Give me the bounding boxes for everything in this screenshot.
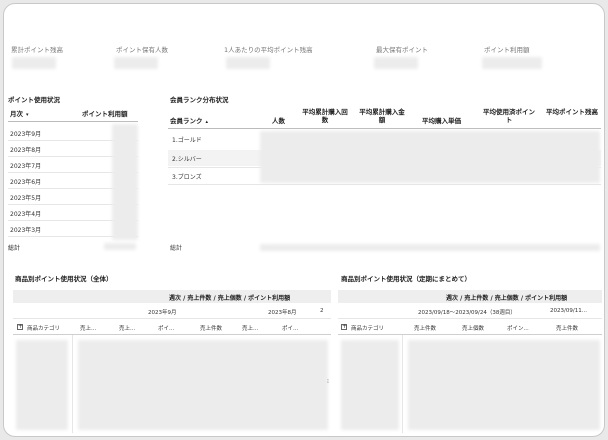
- product-weekly-column-divider: [402, 335, 403, 433]
- usage-header-divider: [8, 121, 138, 122]
- rank-row-bronze: 3.ブロンズ: [172, 174, 202, 181]
- rank-total-label: 総計: [170, 245, 183, 252]
- usage-row-month: 2023年3月: [10, 227, 42, 234]
- product-weekly-band-label: 週次 / 売上件数 / 売上個数 / ポイント利用額: [446, 295, 568, 302]
- kpi-value-total-balance: [12, 57, 56, 69]
- product-all-header-divider: [13, 334, 331, 335]
- product-all-period-1: 2023年8月: [268, 310, 297, 316]
- kpi-label-total-balance: 累計ポイント残高: [11, 46, 63, 54]
- product-weekly-period-divider: [338, 318, 602, 319]
- usage-col-amount[interactable]: ポイント利用額: [82, 108, 128, 118]
- rank-row-silver: 2.シルバー: [172, 156, 202, 163]
- expand-plus-icon[interactable]: +: [17, 324, 23, 330]
- product-weekly-subcol[interactable]: 売上件数: [556, 324, 578, 332]
- usage-row-month: 2023年7月: [10, 163, 42, 170]
- usage-row-month: 2023年4月: [10, 211, 42, 218]
- kpi-value-holders: [114, 57, 158, 69]
- product-all-subcol[interactable]: 売上件数: [200, 324, 222, 332]
- usage-col-month[interactable]: 月次 ▾: [10, 108, 29, 118]
- product-weekly-categories-redacted: [341, 340, 399, 430]
- product-weekly-period-1: 2023/09/11...: [550, 308, 587, 314]
- usage-title: ポイント使用状況: [8, 96, 60, 104]
- usage-row-month: 2023年5月: [10, 195, 42, 202]
- product-all-subcol[interactable]: 売上...: [242, 324, 258, 332]
- kpi-label-holders: ポイント保有人数: [116, 46, 168, 54]
- product-all-period-2: 2: [320, 308, 324, 314]
- rank-col-avg-purchases[interactable]: 平均累計購入回数: [302, 108, 348, 124]
- sort-desc-icon[interactable]: ▾: [26, 112, 29, 118]
- product-all-subcol[interactable]: ポイ...: [158, 324, 174, 332]
- kpi-label-max-points: 最大保有ポイント: [376, 46, 428, 54]
- scroll-more-icon[interactable]: ⁝: [327, 378, 329, 385]
- usage-total-label: 総計: [8, 245, 21, 252]
- rank-row-divider: [168, 184, 601, 185]
- product-weekly-subcol[interactable]: 売上個数: [462, 324, 484, 332]
- rank-col-rank[interactable]: 会員ランク ▴: [170, 115, 208, 125]
- rank-col-avg-amount[interactable]: 平均累計購入金額: [358, 108, 406, 124]
- rank-values-redacted: [260, 131, 600, 183]
- rank-row-gold: 1.ゴールド: [172, 137, 202, 144]
- rank-col-count[interactable]: 人数: [272, 115, 285, 125]
- kpi-label-average-balance: 1人あたりの平均ポイント残高: [224, 46, 313, 54]
- sort-asc-icon[interactable]: ▴: [206, 119, 209, 125]
- product-weekly-title: 商品別ポイント使用状況（定期にまとめて）: [341, 275, 471, 283]
- product-all-band-label: 週次 / 売上件数 / 売上個数 / ポイント利用額: [169, 295, 291, 302]
- rank-title: 会員ランク分布状況: [170, 96, 229, 104]
- kpi-value-max-points: [374, 57, 418, 69]
- product-weekly-subcol[interactable]: 売上件数: [414, 324, 436, 332]
- product-all-values-redacted: [78, 340, 328, 430]
- rank-col-avg-used[interactable]: 平均使用済ポイント: [480, 108, 538, 124]
- product-weekly-values-redacted: [408, 340, 600, 430]
- product-weekly-header-divider: [338, 334, 602, 335]
- product-weekly-period-0: 2023/09/18～2023/09/24（38週目）: [418, 310, 516, 316]
- rank-col-avg-unit[interactable]: 平均購入単価: [422, 115, 461, 125]
- usage-col-month-label: 月次: [10, 110, 23, 118]
- product-all-title: 商品別ポイント使用状況（全体）: [15, 275, 113, 283]
- product-all-column-divider: [72, 335, 73, 433]
- kpi-value-average-balance: [226, 57, 270, 69]
- rank-col-avg-balance[interactable]: 平均ポイント残高: [544, 108, 600, 116]
- rank-col-rank-label: 会員ランク: [170, 117, 203, 125]
- product-weekly-subcol[interactable]: ポイン...: [507, 324, 529, 332]
- product-all-period-divider: [13, 318, 331, 319]
- kpi-value-usage-amount: [482, 57, 542, 69]
- rank-header-divider: [168, 128, 601, 129]
- usage-values-redacted: [112, 124, 138, 240]
- usage-row-month: 2023年6月: [10, 179, 42, 186]
- kpi-label-usage-amount: ポイント利用額: [484, 46, 530, 54]
- product-all-categories-redacted: [16, 340, 68, 430]
- product-all-category-label[interactable]: 商品カテゴリ: [27, 324, 60, 332]
- expand-plus-icon[interactable]: +: [341, 324, 347, 330]
- rank-total-values: [260, 244, 600, 251]
- dashboard-card: 累計ポイント残高 ポイント保有人数 1人あたりの平均ポイント残高 最大保有ポイン…: [3, 3, 605, 437]
- usage-row-month: 2023年9月: [10, 131, 42, 138]
- usage-row-month: 2023年8月: [10, 147, 42, 154]
- product-weekly-category-label[interactable]: 商品カテゴリ: [351, 324, 384, 332]
- product-all-subcol[interactable]: 売上...: [80, 324, 96, 332]
- product-all-subcol[interactable]: ポイ...: [282, 324, 298, 332]
- product-all-subcol[interactable]: 売上...: [119, 324, 135, 332]
- product-all-period-0: 2023年9月: [148, 310, 177, 316]
- usage-total-value: [104, 243, 136, 250]
